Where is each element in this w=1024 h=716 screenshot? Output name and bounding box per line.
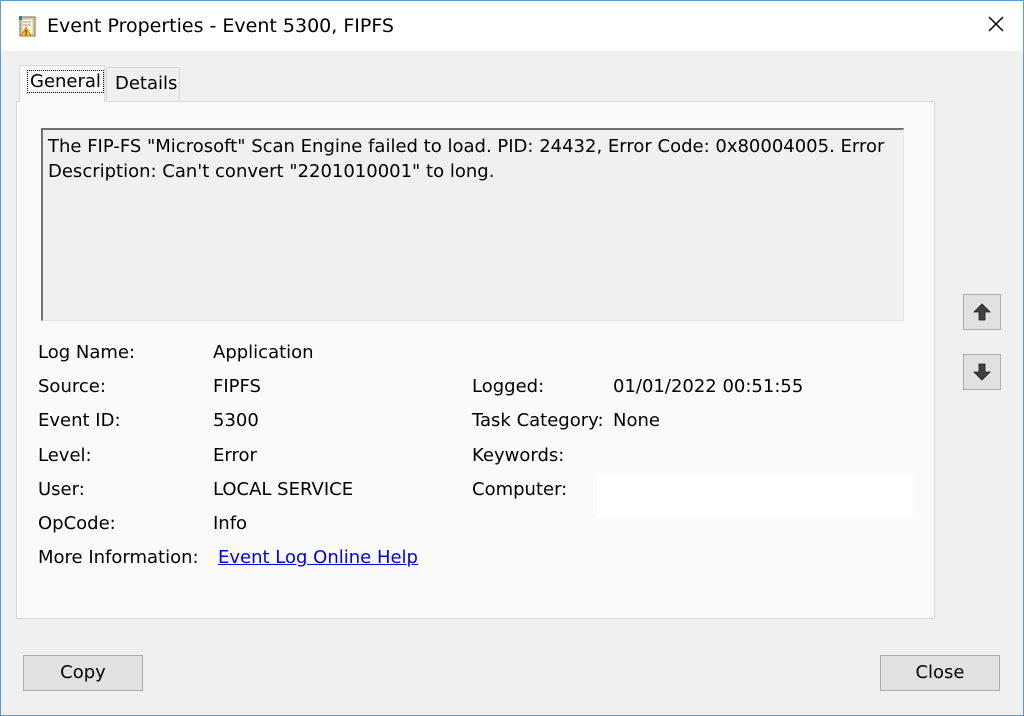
title-bar[interactable]: Event Properties - Event 5300, FIPFS: [1, 1, 1023, 51]
opcode-value[interactable]: Info: [213, 513, 247, 534]
source-label: Source:: [38, 376, 106, 397]
tab-general-label: General: [27, 70, 104, 93]
general-panel: The FIP-FS "Microsoft" Scan Engine faile…: [16, 101, 935, 619]
task-category-value[interactable]: None: [613, 410, 660, 431]
computer-value[interactable]: [597, 473, 913, 517]
close-button[interactable]: Close: [880, 655, 1000, 691]
next-event-button[interactable]: [963, 354, 1001, 390]
close-icon[interactable]: [983, 11, 1009, 37]
event-id-label: Event ID:: [38, 410, 121, 431]
keywords-label: Keywords:: [472, 445, 565, 466]
event-id-value[interactable]: 5300: [213, 410, 259, 431]
task-category-label: Task Category:: [472, 410, 604, 431]
copy-button[interactable]: Copy: [23, 655, 143, 691]
previous-event-button[interactable]: [963, 294, 1001, 330]
tab-details-label: Details: [115, 73, 178, 94]
logged-label: Logged:: [472, 376, 545, 397]
level-value[interactable]: Error: [213, 445, 257, 466]
user-label: User:: [38, 479, 85, 500]
event-properties-window: Event Properties - Event 5300, FIPFS Gen…: [0, 0, 1024, 716]
event-log-icon: [18, 16, 38, 38]
computer-label: Computer:: [472, 479, 568, 500]
log-name-value[interactable]: Application: [213, 342, 314, 363]
tab-general[interactable]: General: [19, 65, 105, 102]
tab-details[interactable]: Details: [106, 67, 180, 100]
more-information-label: More Information:: [38, 547, 199, 568]
event-description[interactable]: The FIP-FS "Microsoft" Scan Engine faile…: [41, 128, 904, 321]
logged-value[interactable]: 01/01/2022 00:51:55: [613, 376, 803, 397]
level-label: Level:: [38, 445, 92, 466]
arrow-down-icon: [973, 363, 991, 381]
window-title: Event Properties - Event 5300, FIPFS: [47, 15, 394, 37]
source-value[interactable]: FIPFS: [213, 376, 261, 397]
user-value[interactable]: LOCAL SERVICE: [213, 479, 353, 500]
opcode-label: OpCode:: [38, 513, 116, 534]
arrow-up-icon: [973, 303, 991, 321]
log-name-label: Log Name:: [38, 342, 136, 363]
event-log-online-help-link[interactable]: Event Log Online Help: [218, 547, 418, 568]
